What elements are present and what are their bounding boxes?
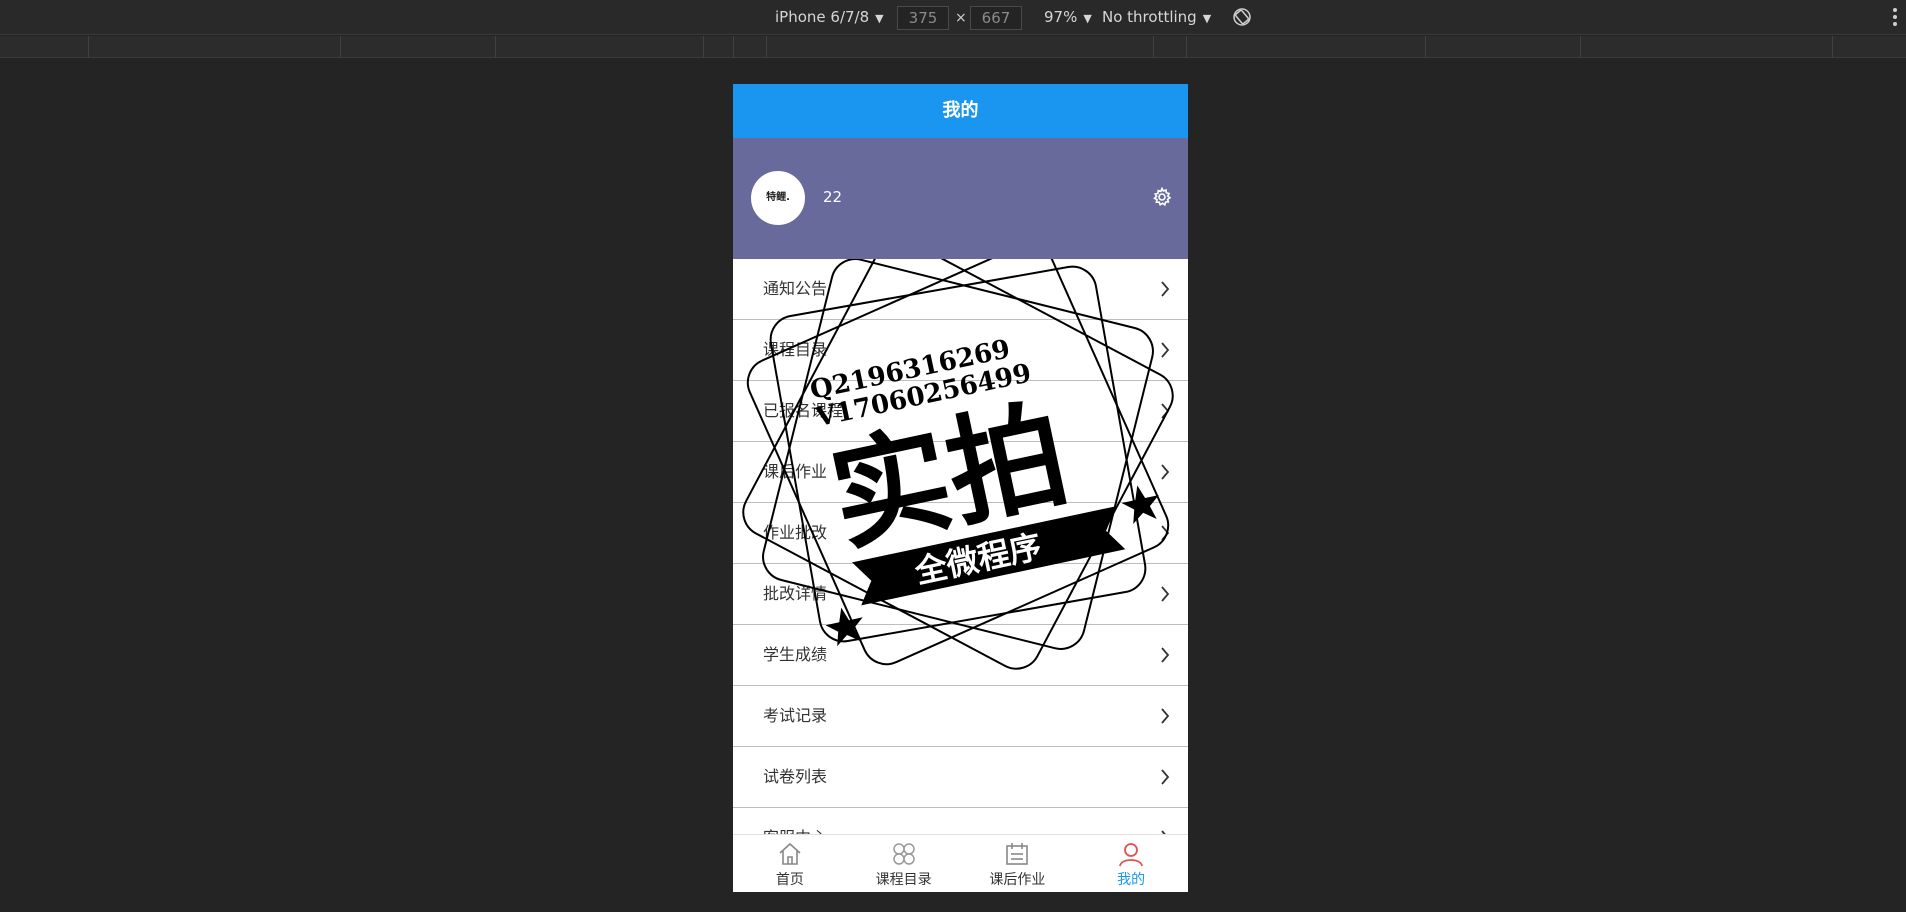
chevron-down-icon: ▼ [875,12,884,25]
menu-list: 通知公告 课程目录 已报名课程 课后作业 作业批改 批改详情 学生成绩 考试记录… [733,259,1188,869]
username: 22 [823,188,843,206]
chevron-down-icon: ▼ [1202,12,1212,25]
tab-label: 首页 [775,872,804,888]
tab-home[interactable]: 首页 [733,835,847,892]
chevron-right-icon [1161,708,1170,724]
menu-item-label: 学生成绩 [763,645,828,664]
more-options-icon[interactable] [1892,8,1898,28]
width-input[interactable]: 375 [897,6,949,30]
menu-item-label: 课后作业 [763,462,828,481]
device-select[interactable]: iPhone 6/7/8 ▼ [775,0,884,35]
tab-mine[interactable]: 我的 [1074,835,1188,892]
throttling-label: No throttling [1102,8,1197,26]
menu-item-label: 已报名课程 [763,401,844,420]
menu-item-exam-records[interactable]: 考试记录 [733,686,1188,747]
menu-item-label: 作业批改 [763,523,828,542]
person-icon [1119,843,1144,867]
times-sign: × [955,10,967,26]
menu-item-notices[interactable]: 通知公告 [733,259,1188,320]
menu-item-label: 课程目录 [763,340,828,359]
menu-item-homework[interactable]: 课后作业 [733,442,1188,503]
media-query-bar[interactable] [0,36,1906,58]
chevron-right-icon [1161,464,1170,480]
home-icon [779,842,801,865]
grid-flower-icon [892,843,915,865]
menu-item-grading[interactable]: 作业批改 [733,503,1188,564]
bottom-tab-bar: 首页 课程目录 课后作业 我的 [733,834,1188,892]
tab-course-catalog[interactable]: 课程目录 [847,835,961,892]
menu-item-enrolled-courses[interactable]: 已报名课程 [733,381,1188,442]
devtools-device-toolbar: iPhone 6/7/8 ▼ 375 × 667 97% ▼ No throttli… [0,0,1906,35]
menu-item-label: 考试记录 [763,706,828,725]
zoom-label: 97% [1044,8,1078,26]
chevron-right-icon [1161,586,1170,602]
gear-icon[interactable] [1152,187,1172,207]
tab-label: 我的 [1117,872,1146,888]
phone-viewport: 我的 特鲤. 22 通知公告 课程目录 已报名课程 课后作业 作业批改 批改详情… [733,84,1188,892]
menu-item-label: 试卷列表 [763,767,828,786]
page-title: 我的 [733,84,1188,138]
menu-item-grading-details[interactable]: 批改详情 [733,564,1188,625]
tab-label: 课程目录 [875,872,932,888]
zoom-select[interactable]: 97% ▼ [1044,0,1092,35]
profile-header: 特鲤. 22 [733,138,1188,259]
height-input[interactable]: 667 [970,6,1022,30]
menu-item-label: 通知公告 [763,279,828,298]
rotate-icon[interactable] [1232,7,1252,27]
chevron-right-icon [1161,525,1170,541]
chevron-right-icon [1161,647,1170,663]
avatar[interactable]: 特鲤. [751,171,805,225]
chevron-right-icon [1161,769,1170,785]
chevron-right-icon [1161,281,1170,297]
device-select-label: iPhone 6/7/8 [775,8,870,26]
calendar-icon [1006,843,1029,865]
chevron-right-icon [1161,342,1170,358]
tab-label: 课后作业 [989,872,1046,888]
menu-item-paper-list[interactable]: 试卷列表 [733,747,1188,808]
tab-homework[interactable]: 课后作业 [961,835,1075,892]
chevron-right-icon [1161,403,1170,419]
chevron-down-icon: ▼ [1083,12,1092,25]
menu-item-course-catalog[interactable]: 课程目录 [733,320,1188,381]
menu-item-label: 批改详情 [763,584,828,603]
throttling-select[interactable]: No throttling ▼ [1102,0,1211,35]
menu-item-student-scores[interactable]: 学生成绩 [733,625,1188,686]
